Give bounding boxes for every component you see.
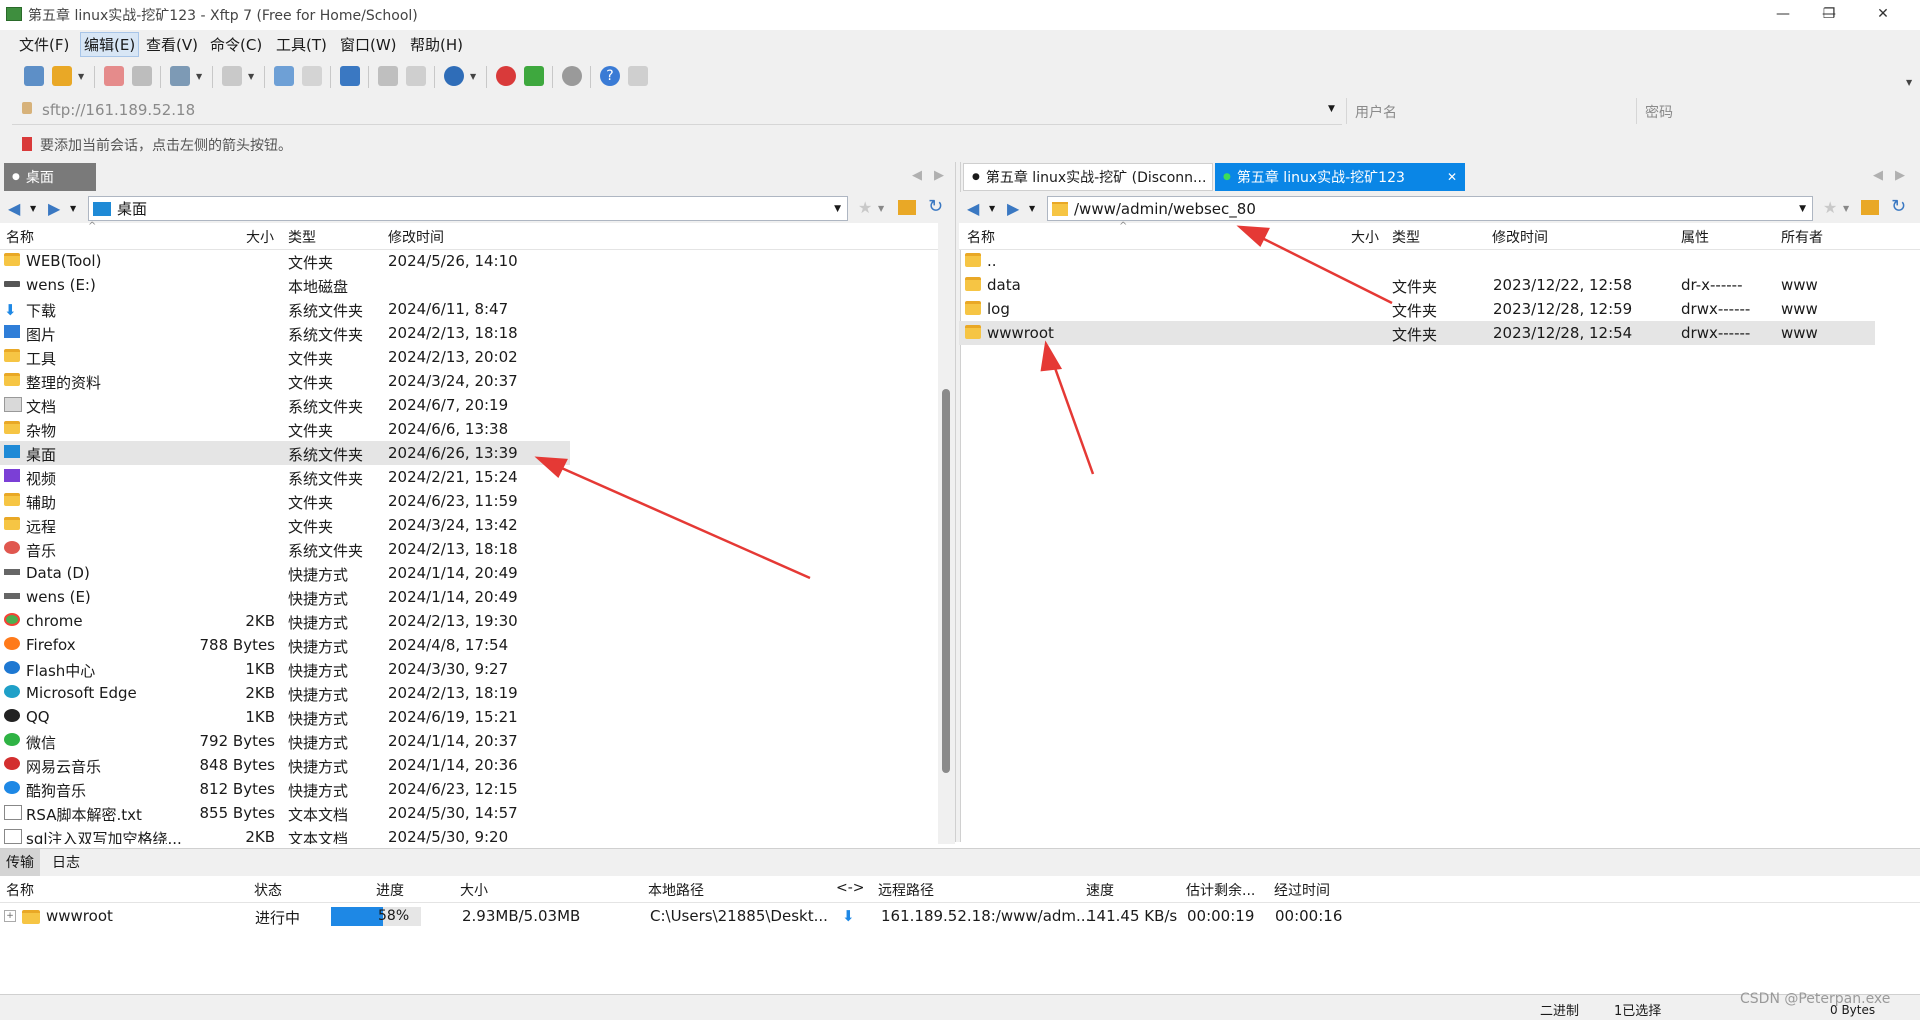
xfer-col-status[interactable]: 状态	[254, 880, 282, 900]
xfer-col-direction[interactable]: <->	[836, 880, 865, 896]
xfer-name: wwwroot	[46, 907, 113, 925]
selection-count: 1已选择	[1614, 1004, 1662, 1019]
watermark: CSDN @Peterpan.exe	[1740, 991, 1891, 1007]
progress-bar: 58%	[331, 907, 421, 926]
xfer-remaining: 00:00:19	[1187, 907, 1255, 925]
xfer-col-name[interactable]: 名称	[6, 880, 34, 900]
folder-icon	[22, 910, 40, 924]
xfer-remote-path: 161.189.52.18:/www/adm...	[881, 907, 1091, 925]
expand-icon[interactable]: +	[4, 910, 16, 922]
xfer-col-local[interactable]: 本地路径	[648, 880, 704, 900]
xfer-status: 进行中	[255, 909, 301, 927]
status-bar: 二进制 1已选择 0 Bytes CSDN @Peterpan.exe	[0, 991, 1920, 1020]
xfer-col-progress[interactable]: 进度	[376, 880, 404, 900]
xfer-col-size[interactable]: 大小	[460, 880, 488, 900]
transfer-mode: 二进制	[1540, 1004, 1580, 1019]
bottom-tabs: 传输 日志	[0, 848, 1920, 877]
transfer-row[interactable]: + wwwroot 进行中 58% 2.93MB/5.03MB C:\Users…	[0, 904, 1920, 930]
xfer-size: 2.93MB/5.03MB	[462, 907, 581, 925]
arrowhead-desktop	[534, 456, 568, 479]
tab-log[interactable]: 日志	[46, 849, 86, 877]
xfer-col-remaining[interactable]: 估计剩余...	[1186, 880, 1255, 900]
xfer-speed: 141.45 KB/s	[1087, 907, 1178, 925]
tab-transfers[interactable]: 传输	[0, 849, 40, 877]
arrowhead-path	[1236, 225, 1270, 248]
progress-fill	[331, 907, 384, 926]
xfer-col-elapsed[interactable]: 经过时间	[1274, 880, 1330, 900]
download-arrow-icon: ⬇	[842, 907, 855, 925]
progress-label: 58%	[378, 908, 410, 924]
arrow-to-path	[1249, 230, 1393, 305]
xfer-col-speed[interactable]: 速度	[1086, 880, 1114, 900]
transfer-header: 名称 状态 进度 大小 本地路径 <-> 远程路径 速度 估计剩余... 经过时…	[0, 876, 1920, 903]
arrow-to-wwwroot	[1048, 353, 1095, 475]
xfer-col-remote[interactable]: 远程路径	[878, 880, 934, 900]
xfer-local-path: C:\Users\21885\Deskt...	[650, 907, 828, 925]
xfer-elapsed: 00:00:16	[1275, 907, 1343, 925]
arrow-to-desktop	[547, 460, 811, 580]
arrowhead-wwwroot	[1040, 340, 1063, 372]
